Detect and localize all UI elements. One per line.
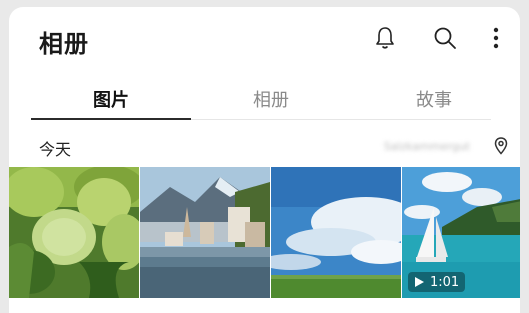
tab-stories[interactable]: 故事 — [354, 77, 514, 121]
gallery-card: 相册 图片 相册 故事 今天 Salzkammergut 1:01 — [9, 7, 520, 313]
more-vertical-icon — [493, 27, 499, 49]
flower-photo — [9, 167, 139, 298]
search-icon — [434, 27, 456, 49]
tab-albums[interactable]: 相册 — [191, 77, 351, 121]
notification-button[interactable] — [370, 23, 400, 53]
photo-thumbnail[interactable] — [140, 167, 270, 298]
tab-divider — [191, 119, 491, 120]
search-button[interactable] — [430, 23, 460, 53]
page-title: 相册 — [39, 30, 89, 58]
video-duration: 1:01 — [430, 274, 460, 290]
video-thumbnail[interactable]: 1:01 — [402, 167, 520, 298]
date-label: 今天 — [39, 140, 72, 159]
location-pin-icon — [494, 137, 508, 155]
date-section-header: 今天 Salzkammergut — [9, 131, 520, 165]
photo-grid: 1:01 — [9, 167, 520, 298]
location-text: Salzkammergut — [383, 140, 470, 153]
active-tab-indicator — [31, 118, 191, 120]
video-duration-badge: 1:01 — [408, 272, 466, 292]
sky-photo — [271, 167, 401, 298]
app-header: 相册 — [9, 7, 520, 69]
photo-thumbnail[interactable] — [9, 167, 139, 298]
tab-pictures[interactable]: 图片 — [31, 77, 191, 121]
village-photo — [140, 167, 270, 298]
tab-bar: 图片 相册 故事 — [9, 77, 520, 121]
play-icon — [415, 277, 424, 287]
location-button[interactable] — [494, 137, 508, 159]
bell-icon — [376, 27, 394, 49]
more-options-button[interactable] — [481, 23, 511, 53]
photo-thumbnail[interactable] — [271, 167, 401, 298]
